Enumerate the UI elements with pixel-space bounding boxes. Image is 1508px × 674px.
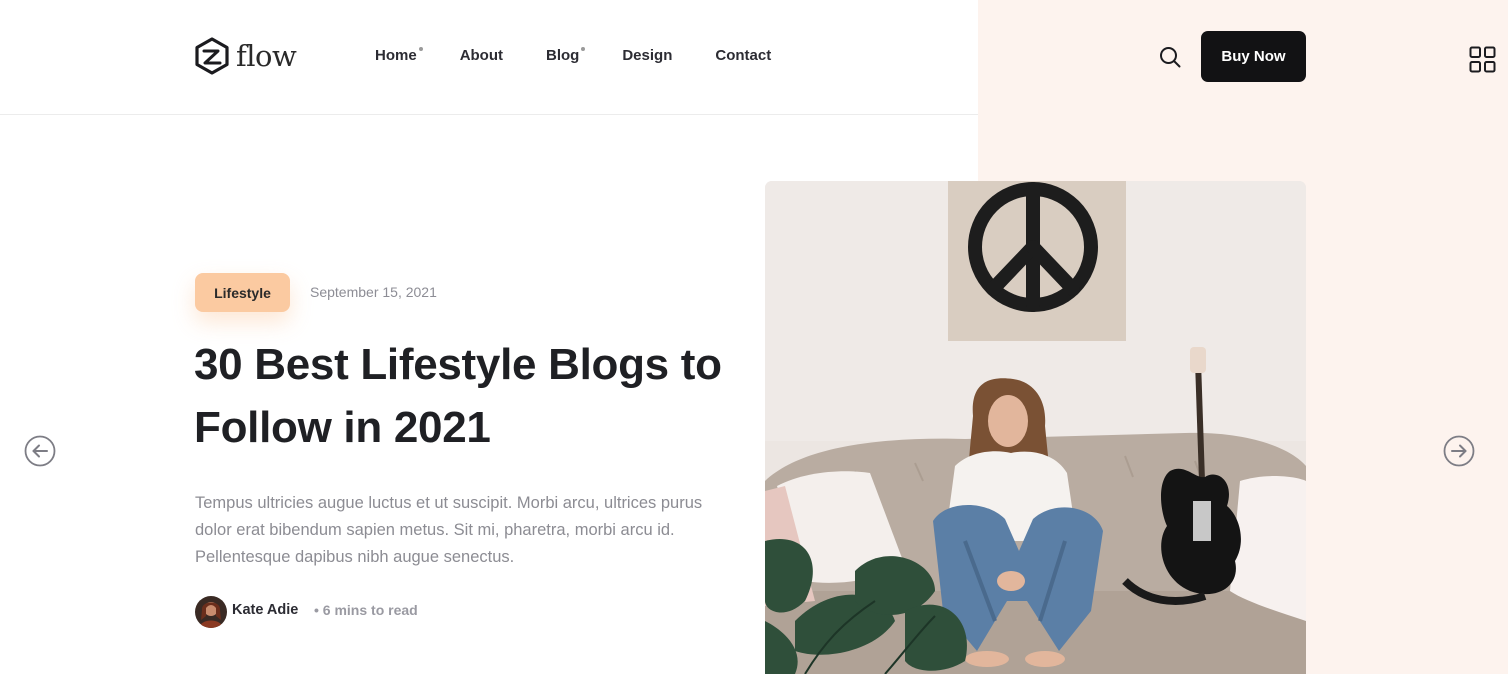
post-featured-image[interactable] xyxy=(765,181,1306,674)
featured-photo xyxy=(765,181,1306,674)
main-nav: Home About Blog Design Contact xyxy=(375,47,814,65)
nav-item-home[interactable]: Home xyxy=(375,47,423,65)
nav-label: Home xyxy=(375,47,417,64)
arrow-left-circle-icon[interactable] xyxy=(24,435,56,467)
category-badge[interactable]: Lifestyle xyxy=(195,273,290,312)
site-logo[interactable]: flow xyxy=(194,37,297,75)
dropdown-dot-icon xyxy=(418,47,423,51)
nav-label: About xyxy=(459,47,504,64)
buy-now-button[interactable]: Buy Now xyxy=(1201,31,1306,82)
post-date: September 15, 2021 xyxy=(310,284,437,300)
post-excerpt: Tempus ultricies augue luctus et ut susc… xyxy=(195,494,703,566)
nav-label: Contact xyxy=(715,47,772,64)
header-divider xyxy=(0,114,978,115)
post-title[interactable]: 30 Best Lifestyle Blogs to Follow in 202… xyxy=(194,333,754,459)
grid-menu-icon[interactable] xyxy=(1469,46,1496,73)
nav-item-about[interactable]: About xyxy=(460,47,503,65)
author-name[interactable]: Kate Adie xyxy=(232,602,298,618)
hexagon-logo-icon xyxy=(195,37,229,75)
nav-label: Blog xyxy=(546,47,580,64)
author-avatar[interactable] xyxy=(195,596,227,628)
nav-item-contact[interactable]: Contact xyxy=(715,47,771,65)
arrow-right-circle-icon[interactable] xyxy=(1443,435,1475,467)
dropdown-dot-icon xyxy=(581,47,586,51)
nav-item-design[interactable]: Design xyxy=(622,47,672,65)
logo-text: flow xyxy=(236,38,297,73)
search-icon[interactable] xyxy=(1158,45,1182,69)
read-time: • 6 mins to read xyxy=(314,602,418,618)
nav-label: Design xyxy=(622,47,673,64)
nav-item-blog[interactable]: Blog xyxy=(546,47,586,65)
